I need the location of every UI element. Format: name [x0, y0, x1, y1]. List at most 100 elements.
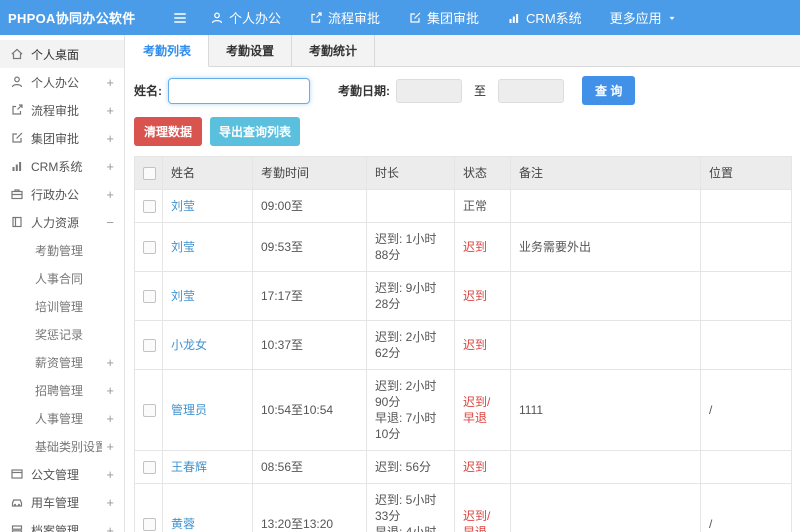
- row-checkbox[interactable]: [143, 518, 156, 532]
- row-checkbox[interactable]: [143, 404, 156, 418]
- expand-indicator: +: [106, 74, 114, 90]
- nav-item-label: 更多应用: [609, 11, 662, 26]
- name-cell: 刘莹: [162, 222, 253, 272]
- employee-name-link[interactable]: 刘莹: [171, 199, 195, 213]
- note-cell: [510, 271, 701, 321]
- sidebar-item-archive-mgmt[interactable]: 档案管理 +: [0, 516, 124, 532]
- export-list-button[interactable]: 导出查询列表: [210, 117, 301, 146]
- sidebar-item-label: 行政办公: [31, 187, 80, 202]
- sidebar-subitem-personnel-contract[interactable]: 人事合同: [0, 264, 124, 292]
- sidebar-subitem-recruitment-mgmt[interactable]: 招聘管理 +: [0, 376, 124, 404]
- book-icon: [10, 215, 24, 229]
- time-cell: 08:56至: [252, 450, 367, 484]
- clean-data-button[interactable]: 清理数据: [134, 117, 203, 146]
- nav-item-personal-office[interactable]: 个人办公: [196, 0, 295, 35]
- name-cell: 管理员: [162, 369, 253, 451]
- employee-name-link[interactable]: 黄蓉: [171, 517, 195, 531]
- status-cell: 迟到/早退: [454, 483, 511, 532]
- app-logo[interactable]: PHPOA协同办公软件: [0, 8, 135, 27]
- name-input[interactable]: [168, 77, 310, 104]
- sidebar-item-workflow-approval[interactable]: 流程审批 +: [0, 96, 124, 124]
- status-cell: 迟到: [454, 450, 511, 484]
- status-cell: 迟到: [454, 222, 511, 272]
- nav-item-crm-system[interactable]: CRM系统: [493, 0, 596, 35]
- nav-item-workflow-approval[interactable]: 流程审批: [295, 0, 394, 35]
- sidebar-subitem-training-mgmt[interactable]: 培训管理: [0, 292, 124, 320]
- time-cell: 17:17至: [252, 271, 367, 321]
- row-checkbox[interactable]: [143, 241, 156, 255]
- menu-toggle-icon[interactable]: [172, 10, 188, 26]
- note-cell: 1111: [510, 369, 701, 451]
- row-checkbox-cell: [134, 483, 163, 532]
- status-badge: 迟到: [463, 240, 488, 254]
- table-row: 小龙女 10:37至 迟到: 2小时62分 迟到: [134, 320, 792, 370]
- sidebar-item-crm-system[interactable]: CRM系统 +: [0, 152, 124, 180]
- sidebar-subitem-attendance-mgmt[interactable]: 考勤管理: [0, 236, 124, 264]
- sidebar-item-label: CRM系统: [31, 159, 83, 174]
- nav-item-more-apps[interactable]: 更多应用: [596, 0, 691, 35]
- employee-name-link[interactable]: 刘莹: [171, 240, 195, 254]
- sidebar-item-vehicle-mgmt[interactable]: 用车管理 +: [0, 488, 124, 516]
- row-checkbox[interactable]: [143, 339, 156, 353]
- sidebar-item-group-approval[interactable]: 集团审批 +: [0, 124, 124, 152]
- duration-line: 迟到: 5小时33分: [375, 493, 437, 523]
- query-button[interactable]: 查 询: [582, 76, 636, 105]
- employee-name-link[interactable]: 刘莹: [171, 289, 195, 303]
- date-from-input[interactable]: [396, 78, 462, 103]
- expand-indicator: +: [106, 382, 114, 398]
- flow-icon: [309, 11, 323, 25]
- name-cell: 刘莹: [162, 189, 253, 223]
- employee-name-link[interactable]: 管理员: [171, 403, 207, 417]
- name-cell: 王春辉: [162, 450, 253, 484]
- note-cell: 业务需要外出: [510, 222, 701, 272]
- row-checkbox-cell: [134, 271, 163, 321]
- edit-icon: [408, 11, 422, 25]
- nav-item-label: 流程审批: [328, 11, 381, 26]
- sidebar-item-hr[interactable]: 人力资源 −: [0, 208, 124, 236]
- expand-indicator: +: [106, 158, 114, 174]
- row-checkbox-cell: [134, 369, 163, 451]
- chart-icon: [507, 11, 521, 25]
- user-icon: [10, 75, 24, 89]
- sidebar-item-label: 用车管理: [31, 495, 80, 510]
- sidebar-subitem-base-category-settings[interactable]: 基础类别设置 +: [0, 432, 124, 460]
- row-checkbox[interactable]: [143, 290, 156, 304]
- row-checkbox[interactable]: [143, 200, 156, 214]
- duration-cell: 迟到: 5小时33分早退: 4小时67分: [366, 483, 455, 532]
- employee-name-link[interactable]: 小龙女: [171, 338, 207, 352]
- sidebar-item-personal-desktop[interactable]: 个人桌面: [0, 40, 124, 68]
- date-to-input[interactable]: [498, 78, 565, 103]
- sidebar-subitem-reward-punishment[interactable]: 奖惩记录: [0, 320, 124, 348]
- tab-attendance-stats[interactable]: 考勤统计: [292, 35, 376, 66]
- name-cell: 小龙女: [162, 320, 253, 370]
- status-badge: 迟到: [463, 289, 488, 303]
- attendance-table-wrap: 姓名 考勤时间 时长 状态 备注 位置 刘莹 09:00至 正常 刘莹 09:53至 迟到: 1小时…: [126, 156, 800, 532]
- app-window: PHPOA协同办公软件 个人办公 流程审批 集团审批 CRM系统 更多应用 个人桌面 个人…: [0, 0, 800, 532]
- duration-cell: 迟到: 56分: [366, 450, 455, 484]
- time-cell: 13:20至13:20: [252, 483, 367, 532]
- location-cell: [700, 222, 792, 272]
- status-cell: 迟到/早退: [454, 369, 511, 451]
- duration-cell: 迟到: 2小时90分 早退: 7小时10分: [366, 369, 455, 451]
- select-all-checkbox[interactable]: [143, 167, 156, 181]
- sidebar-subitem-salary-mgmt[interactable]: 薪资管理 +: [0, 348, 124, 376]
- sidebar-subitem-label: 考勤管理: [35, 243, 84, 258]
- tab-attendance-settings[interactable]: 考勤设置: [209, 35, 293, 66]
- nav-item-group-approval[interactable]: 集团审批: [394, 0, 493, 35]
- sidebar-item-document-mgmt[interactable]: 公文管理 +: [0, 460, 124, 488]
- employee-name-link[interactable]: 王春辉: [171, 460, 207, 474]
- expand-indicator: +: [106, 102, 114, 118]
- status-cell: 迟到: [454, 320, 511, 370]
- sidebar-subitem-personnel-mgmt[interactable]: 人事管理 +: [0, 404, 124, 432]
- tab-attendance-list[interactable]: 考勤列表: [126, 35, 210, 67]
- status-badge: 迟到/早退: [463, 395, 491, 425]
- sidebar-item-admin-office[interactable]: 行政办公 +: [0, 180, 124, 208]
- duration-cell: 迟到: 2小时62分: [366, 320, 455, 370]
- note-cell: [510, 320, 701, 370]
- table-row: 刘莹 17:17至 迟到: 9小时28分 迟到: [134, 271, 792, 321]
- duration-line: 迟到: 2小时90分: [375, 379, 437, 409]
- search-form: 姓名: 考勤日期: 至 查 询: [126, 67, 800, 113]
- row-checkbox[interactable]: [143, 461, 156, 475]
- sidebar-item-personal-office[interactable]: 个人办公 +: [0, 68, 124, 96]
- duration-line: 早退: 7小时10分: [375, 411, 437, 441]
